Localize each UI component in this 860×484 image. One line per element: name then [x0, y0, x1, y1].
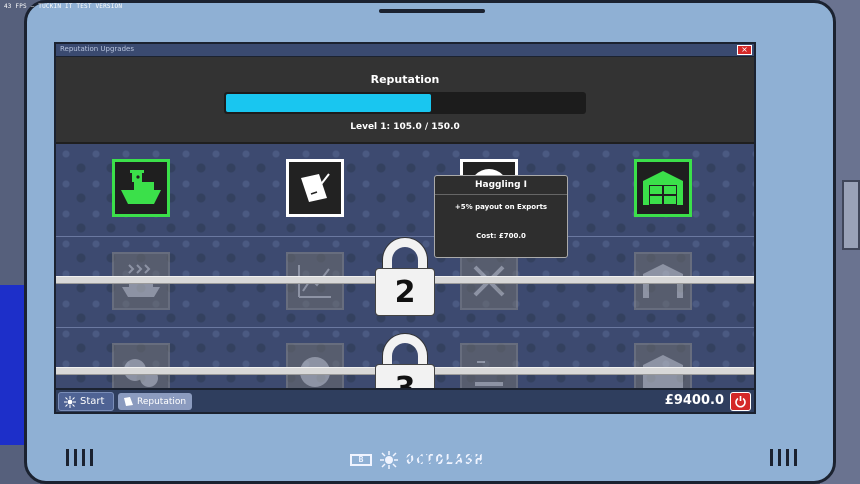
reputation-progress-bar: [224, 92, 586, 114]
upgrade-tree: £ %: [56, 144, 754, 388]
fps-counter: 43 FPS — TUCKIN IT TEST VERSION: [4, 3, 123, 10]
brand-mark: B: [350, 454, 372, 466]
reputation-level-text: Level 1: 105.0 / 150.0: [350, 122, 460, 132]
lock-tier-number: 3: [375, 364, 435, 388]
boat-icon: [121, 170, 161, 204]
tooltip-title: Haggling I: [475, 180, 527, 190]
lock-tier-number: 2: [375, 268, 435, 316]
tier-lock: 3: [375, 334, 435, 388]
upgrade-tooltip: Haggling I +5% payout on Exports Cost: £…: [434, 175, 568, 258]
window-title: Reputation Upgrades: [60, 45, 134, 53]
row-divider: [56, 236, 754, 237]
contract-icon: [301, 173, 330, 202]
tier-lock: 2: [375, 238, 435, 318]
upgrades-window: Reputation Upgrades × Reputation Level 1…: [54, 42, 756, 390]
speaker-grille-right: [770, 449, 797, 466]
tooltip-divider: [435, 194, 567, 195]
brand-logo: B OCTOLASH: [350, 451, 485, 469]
taskbar-reputation-button[interactable]: Reputation: [118, 393, 192, 410]
power-icon: [735, 396, 746, 408]
scene-wall-panel: [842, 180, 860, 250]
upgrade-node-warehouse[interactable]: [634, 159, 692, 217]
money-display: £9400.0: [664, 393, 724, 408]
warehouse-icon: [643, 171, 683, 205]
brand-name: OCTOLASH: [406, 452, 485, 468]
taskbar: Start Reputation £9400.0: [54, 390, 756, 414]
reputation-progress-fill: [226, 94, 431, 112]
window-close-button[interactable]: ×: [737, 45, 752, 55]
power-button[interactable]: [730, 392, 751, 411]
octopus-logo-icon: [380, 451, 398, 469]
start-label: Start: [80, 396, 105, 407]
taskbar-reputation-label: Reputation: [137, 396, 187, 407]
tooltip-cost: Cost: £700.0: [476, 232, 526, 240]
reputation-title: Reputation: [370, 73, 440, 86]
octopus-logo-icon: [64, 395, 76, 408]
upgrade-node-contract[interactable]: [286, 159, 344, 217]
reputation-panel: Reputation Level 1: 105.0 / 150.0: [56, 57, 754, 144]
upgrade-node-boat[interactable]: [112, 159, 170, 217]
start-button[interactable]: Start: [58, 392, 114, 411]
tablet-slot: [379, 9, 485, 13]
contract-icon: [124, 397, 133, 406]
window-titlebar: Reputation Upgrades ×: [56, 44, 754, 57]
speaker-grille-left: [66, 449, 93, 466]
tooltip-description: +5% payout on Exports: [454, 203, 548, 211]
row-divider: [56, 327, 754, 328]
